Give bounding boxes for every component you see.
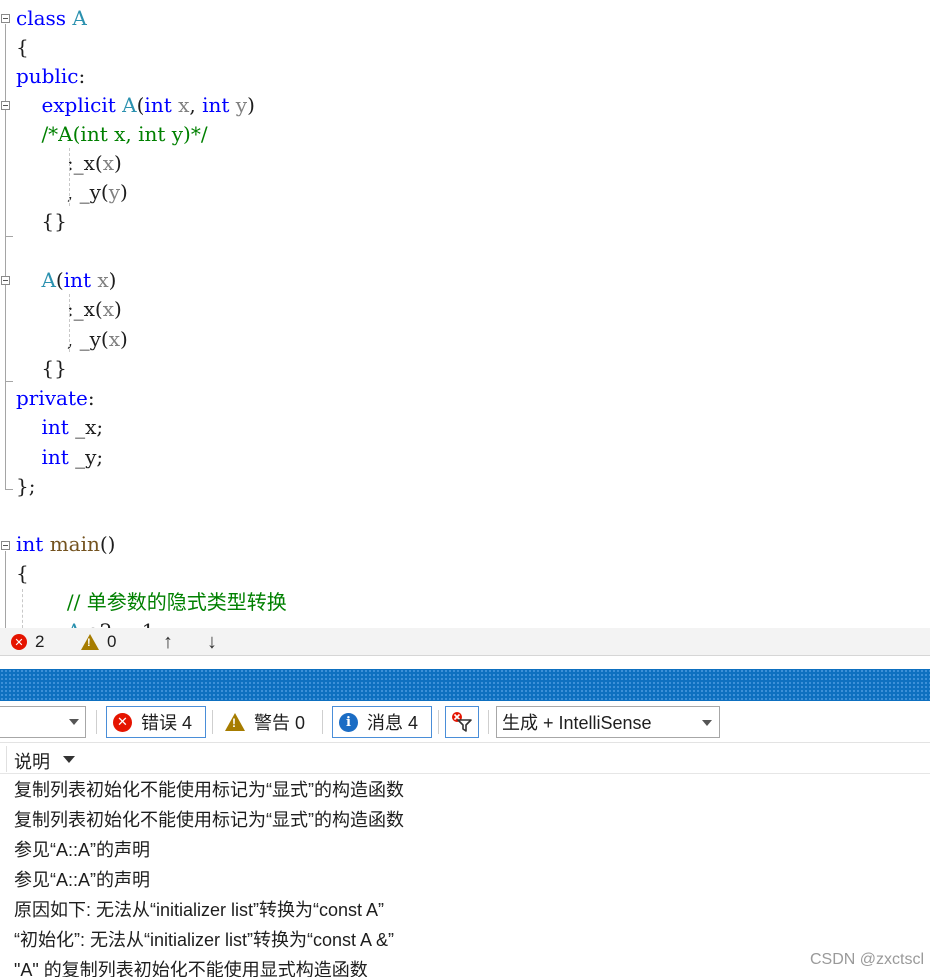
code-line[interactable]: , _y(y) [16, 178, 128, 207]
error-count[interactable]: ✕ 2 [11, 631, 44, 653]
list-item[interactable]: 原因如下: 无法从“initializer list”转换为“const A” [14, 895, 384, 925]
warnings-filter-button[interactable]: ! 警告 0 [218, 706, 318, 738]
code-line[interactable]: { [16, 33, 29, 62]
code-line[interactable]: {} [16, 354, 66, 383]
fold-toggle-ctor1[interactable] [1, 101, 10, 110]
errors-filter-label: 错误 4 [141, 713, 193, 733]
warning-count-value: 0 [107, 632, 117, 651]
code-line[interactable]: { [16, 559, 29, 588]
fold-toggle-main[interactable] [1, 541, 10, 550]
error-count-value: 2 [35, 632, 45, 651]
messages-filter-button[interactable]: i 消息 4 [332, 706, 432, 738]
warning-icon: ! [225, 713, 245, 731]
outline-end-ctor2 [5, 381, 13, 382]
toolbar-separator [212, 710, 213, 734]
toolbar-separator [322, 710, 323, 734]
messages-filter-label: 消息 4 [367, 713, 419, 733]
error-list-title-bar[interactable] [0, 669, 930, 701]
column-header-description[interactable]: 说明 [0, 744, 930, 774]
chevron-down-icon [69, 719, 79, 725]
scope-dropdown[interactable] [0, 706, 86, 738]
arrow-down-icon: ↓ [207, 630, 217, 653]
chevron-down-icon [702, 720, 712, 726]
code-line[interactable]: int _x; [16, 413, 103, 442]
toolbar-separator [438, 710, 439, 734]
list-item[interactable]: "A" 的复制列表初始化不能使用显式构造函数 [14, 955, 368, 977]
build-source-dropdown[interactable]: 生成 + IntelliSense [496, 706, 720, 738]
list-item[interactable]: 复制列表初始化不能使用标记为“显式”的构造函数 [14, 775, 404, 805]
indent-guide [22, 589, 23, 628]
indent-guide [69, 148, 70, 206]
warning-count[interactable]: ! 0 [81, 631, 116, 653]
outline-bar-main [5, 551, 6, 628]
error-icon: ✕ [113, 712, 132, 732]
list-item[interactable]: 复制列表初始化不能使用标记为“显式”的构造函数 [14, 805, 404, 835]
fold-toggle-class[interactable] [1, 14, 10, 23]
code-editor[interactable]: class A{public: explicit A(int x, int y)… [0, 0, 930, 628]
toolbar-separator [488, 710, 489, 734]
build-source-value: 生成 + IntelliSense [502, 713, 652, 733]
code-line[interactable]: private: [16, 384, 95, 413]
code-line[interactable]: // 单参数的隐式类型转换 [16, 588, 287, 617]
outline-bar-ctor2 [5, 286, 6, 382]
code-line[interactable]: }; [16, 472, 35, 501]
list-item[interactable]: “初始化”: 无法从“initializer list”转换为“const A … [14, 925, 394, 955]
code-line[interactable]: A a2 = 1; [16, 617, 161, 628]
error-list-toolbar: ✕ 错误 4 ! 警告 0 i 消息 4 生成 + IntelliSense [0, 701, 930, 743]
code-line[interactable]: class A [16, 4, 87, 33]
code-line[interactable]: int _y; [16, 443, 103, 472]
outline-bar-ctor1 [5, 111, 6, 237]
next-issue-button[interactable]: ↓ [207, 631, 217, 653]
code-line[interactable]: A(int x) [16, 266, 116, 295]
filter-toggle-button[interactable] [445, 706, 479, 738]
indent-guide [69, 294, 70, 352]
column-header-label: 说明 [14, 752, 50, 772]
fold-toggle-ctor2[interactable] [1, 276, 10, 285]
toolbar-separator [96, 710, 97, 734]
previous-issue-button[interactable]: ↑ [163, 631, 173, 653]
watermark: CSDN @zxctscl [809, 951, 924, 968]
sort-down-icon [63, 756, 75, 763]
list-item[interactable]: 参见“A::A”的声明 [14, 865, 150, 895]
column-divider [6, 746, 7, 772]
outline-end-class [5, 489, 13, 490]
error-list-rows: 复制列表初始化不能使用标记为“显式”的构造函数 复制列表初始化不能使用标记为“显… [0, 775, 930, 977]
code-line[interactable]: /*A(int x, int y)*/ [16, 120, 207, 149]
code-line[interactable]: , _y(x) [16, 325, 128, 354]
code-line[interactable]: {} [16, 207, 66, 236]
code-line[interactable]: int main() [16, 530, 115, 559]
filter-icon [452, 712, 472, 732]
arrow-up-icon: ↑ [163, 630, 173, 653]
list-item[interactable]: 参见“A::A”的声明 [14, 835, 150, 865]
warnings-filter-label: 警告 0 [254, 713, 306, 733]
error-icon: ✕ [11, 634, 27, 650]
outline-end-ctor1 [5, 236, 13, 237]
outline-bar-class [5, 24, 6, 490]
errors-filter-button[interactable]: ✕ 错误 4 [106, 706, 206, 738]
code-line[interactable]: explicit A(int x, int y) [16, 91, 254, 120]
info-icon: i [339, 712, 358, 732]
code-line[interactable]: public: [16, 62, 85, 91]
editor-status-bar: ✕ 2 ! 0 ↑ ↓ [0, 628, 930, 656]
warning-icon: ! [81, 634, 99, 650]
